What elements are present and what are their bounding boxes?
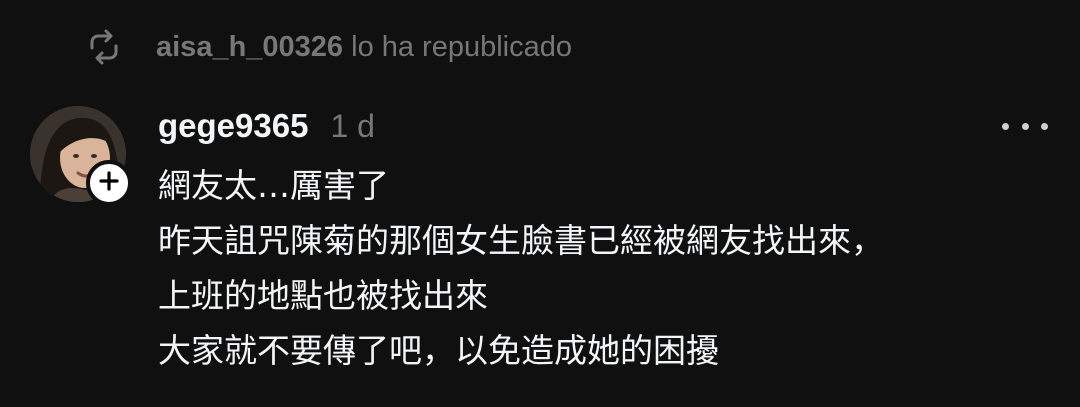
- post-header: gege9365 1 d: [158, 104, 375, 148]
- plus-icon: [98, 170, 120, 197]
- more-options-button[interactable]: [1000, 108, 1050, 144]
- post-text-line: 網友太…厲害了: [158, 166, 389, 205]
- repost-icon: [84, 27, 124, 67]
- post-text-line: 大家就不要傳了吧，以免造成她的困擾: [158, 331, 719, 370]
- more-icon-dot: [1041, 122, 1048, 130]
- post-time: 1 d: [330, 107, 375, 144]
- follow-button[interactable]: [86, 160, 132, 206]
- post-text-line: 上班的地點也被找出來: [158, 276, 488, 315]
- repost-suffix: lo ha republicado: [343, 30, 573, 63]
- more-icon: [1002, 122, 1009, 130]
- repost-indicator[interactable]: aisa_h_00326 lo ha republicado: [84, 26, 572, 68]
- repost-label: aisa_h_00326 lo ha republicado: [156, 31, 572, 64]
- post-body: 網友太…厲害了 昨天詛咒陳菊的那個女生臉書已經被網友找出來， 上班的地點也被找出…: [158, 158, 1058, 378]
- repost-username[interactable]: aisa_h_00326: [156, 31, 343, 63]
- more-icon-dot: [1021, 122, 1029, 130]
- author-name[interactable]: gege9365: [158, 107, 308, 145]
- post-text-line: 昨天詛咒陳菊的那個女生臉書已經被網友找出來，: [158, 221, 884, 260]
